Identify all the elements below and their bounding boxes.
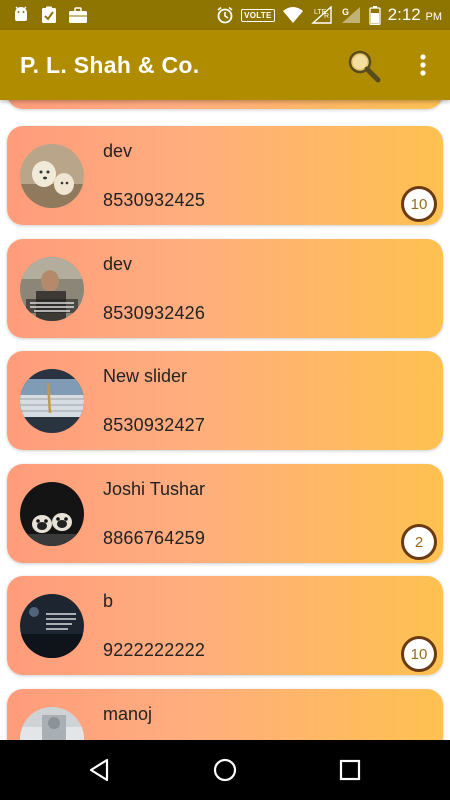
quote-man-avatar	[20, 257, 84, 321]
app-title: P. L. Shah & Co.	[20, 52, 200, 78]
avatar	[20, 707, 84, 740]
home-button[interactable]	[210, 755, 240, 785]
contact-card[interactable]: Joshi Tushar 8866764259 2	[7, 464, 443, 563]
contact-phone: 9222222222	[103, 640, 206, 660]
contact-phone: 8866764259	[103, 528, 206, 548]
navigation-bar	[0, 740, 450, 800]
contact-card[interactable]: dev 8530932426	[7, 239, 443, 338]
photo-avatar	[20, 707, 84, 740]
time-ampm: PM	[425, 11, 443, 23]
signal-lte-icon: LTE R	[310, 6, 333, 24]
search-icon	[348, 50, 381, 83]
contact-card[interactable]: dev 8530932425 10	[7, 126, 443, 225]
contact-card-partial[interactable]	[7, 100, 443, 109]
avatar	[20, 482, 84, 546]
contact-name: manoj	[103, 704, 153, 724]
status-bar: VOLTE LTE R G 2:12 PM	[0, 0, 450, 30]
avatar	[20, 257, 84, 321]
home-icon	[213, 758, 237, 782]
avatar	[20, 144, 84, 208]
volte-icon: VOLTE	[241, 8, 275, 22]
dogs-avatar	[20, 144, 84, 208]
contact-phone: 8530932427	[103, 415, 206, 435]
signal-g-icon: G	[340, 6, 362, 24]
back-icon	[89, 758, 109, 782]
alarm-icon	[216, 6, 234, 24]
pencil-avatar	[20, 369, 84, 433]
briefcase-icon	[68, 6, 88, 24]
contact-card[interactable]: manoj	[7, 689, 443, 740]
count-badge: 10	[401, 636, 437, 672]
recents-button[interactable]	[335, 755, 365, 785]
pugs-avatar	[20, 482, 84, 546]
recents-icon	[339, 759, 361, 781]
contact-name: Joshi Tushar	[103, 479, 206, 499]
status-time: 2:12 PM	[388, 5, 442, 25]
contact-card[interactable]: b 9222222222 10	[7, 576, 443, 675]
avatar	[20, 594, 84, 658]
contact-phone: 8530932426	[103, 303, 206, 323]
count-badge: 2	[401, 524, 437, 560]
contact-name: b	[103, 591, 114, 611]
contact-phone: 8530932425	[103, 190, 206, 210]
more-options-button[interactable]	[408, 50, 438, 82]
checklist-icon	[40, 6, 58, 24]
wifi-icon	[282, 6, 304, 24]
contact-name: dev	[103, 141, 133, 161]
contact-list[interactable]: dev 8530932425 10 dev 8530932426 New sli…	[0, 100, 450, 740]
contact-card[interactable]: New slider 8530932427	[7, 351, 443, 450]
android-icon	[12, 6, 30, 24]
contact-name: New slider	[103, 366, 188, 386]
count-badge: 10	[401, 186, 437, 222]
app-bar: P. L. Shah & Co.	[0, 30, 450, 100]
back-button[interactable]	[85, 755, 115, 785]
avatar	[20, 369, 84, 433]
quote-dark-avatar	[20, 594, 84, 658]
contact-name: dev	[103, 254, 133, 274]
svg-text:R: R	[324, 13, 329, 20]
battery-icon	[369, 5, 381, 25]
more-vert-icon	[420, 54, 426, 76]
search-button[interactable]	[346, 48, 382, 84]
svg-text:G: G	[342, 7, 349, 17]
time-value: 2:12	[387, 5, 421, 24]
